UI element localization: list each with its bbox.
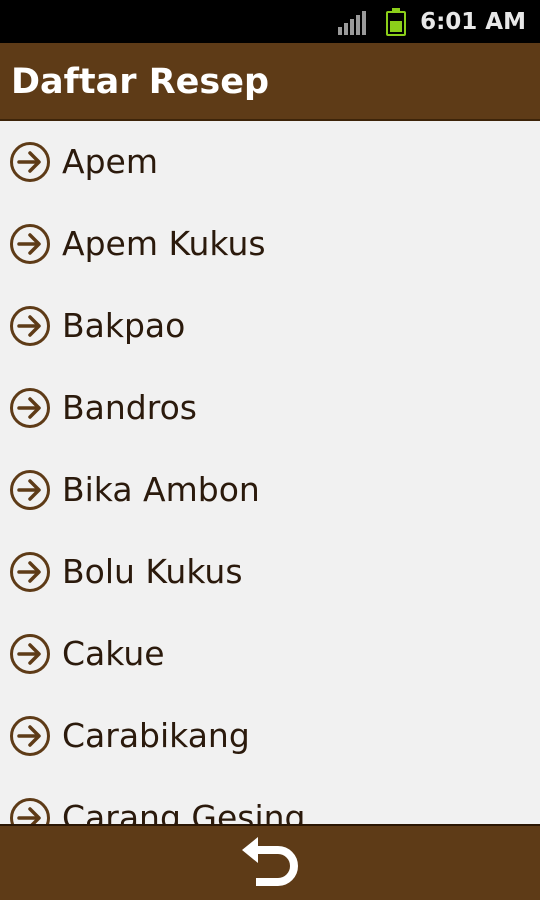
bottom-bar — [0, 824, 540, 900]
arrow-right-circle-icon — [10, 224, 50, 264]
recipe-label: Apem Kukus — [62, 224, 266, 263]
arrow-right-circle-icon — [10, 634, 50, 674]
back-arrow-icon — [242, 837, 298, 886]
arrow-right-circle-icon — [10, 388, 50, 428]
recipe-list-item[interactable]: Apem Kukus — [0, 203, 540, 285]
recipe-label: Bika Ambon — [62, 470, 260, 509]
recipe-list-item[interactable]: Apem — [0, 121, 540, 203]
status-bar: 6:01 AM — [0, 0, 540, 43]
recipe-label: Carang Gesing — [62, 798, 306, 824]
back-button[interactable] — [238, 836, 302, 892]
app-screen: 6:01 AM Daftar Resep Apem Apem Kukus Bakpa… — [0, 0, 540, 900]
arrow-right-circle-icon — [10, 306, 50, 346]
recipe-list-item[interactable]: Bakpao — [0, 285, 540, 367]
status-clock: 6:01 AM — [420, 9, 526, 35]
recipe-list-item[interactable]: Bika Ambon — [0, 449, 540, 531]
arrow-right-circle-icon — [10, 798, 50, 824]
recipe-list-item[interactable]: Bolu Kukus — [0, 531, 540, 613]
battery-level-fill — [390, 21, 402, 32]
title-bar: Daftar Resep — [0, 43, 540, 121]
arrow-right-circle-icon — [10, 552, 50, 592]
arrow-right-circle-icon — [10, 716, 50, 756]
arrow-right-circle-icon — [10, 470, 50, 510]
recipe-label: Apem — [62, 142, 158, 181]
recipe-label: Bakpao — [62, 306, 186, 345]
recipe-list-item[interactable]: Cakue — [0, 613, 540, 695]
recipe-list-item[interactable]: Carabikang — [0, 695, 540, 777]
battery-charging-icon — [386, 8, 406, 36]
page-title: Daftar Resep — [11, 62, 270, 102]
recipe-label: Bolu Kukus — [62, 552, 243, 591]
signal-bars-icon — [338, 11, 368, 35]
recipe-list-item[interactable]: Carang Gesing — [0, 777, 540, 824]
recipe-list-item[interactable]: Bandros — [0, 367, 540, 449]
arrow-right-circle-icon — [10, 142, 50, 182]
recipe-label: Carabikang — [62, 716, 250, 755]
recipe-label: Bandros — [62, 388, 197, 427]
recipe-label: Cakue — [62, 634, 165, 673]
recipe-list[interactable]: Apem Apem Kukus Bakpao Bandros Bika Ambon Bol… — [0, 121, 540, 824]
